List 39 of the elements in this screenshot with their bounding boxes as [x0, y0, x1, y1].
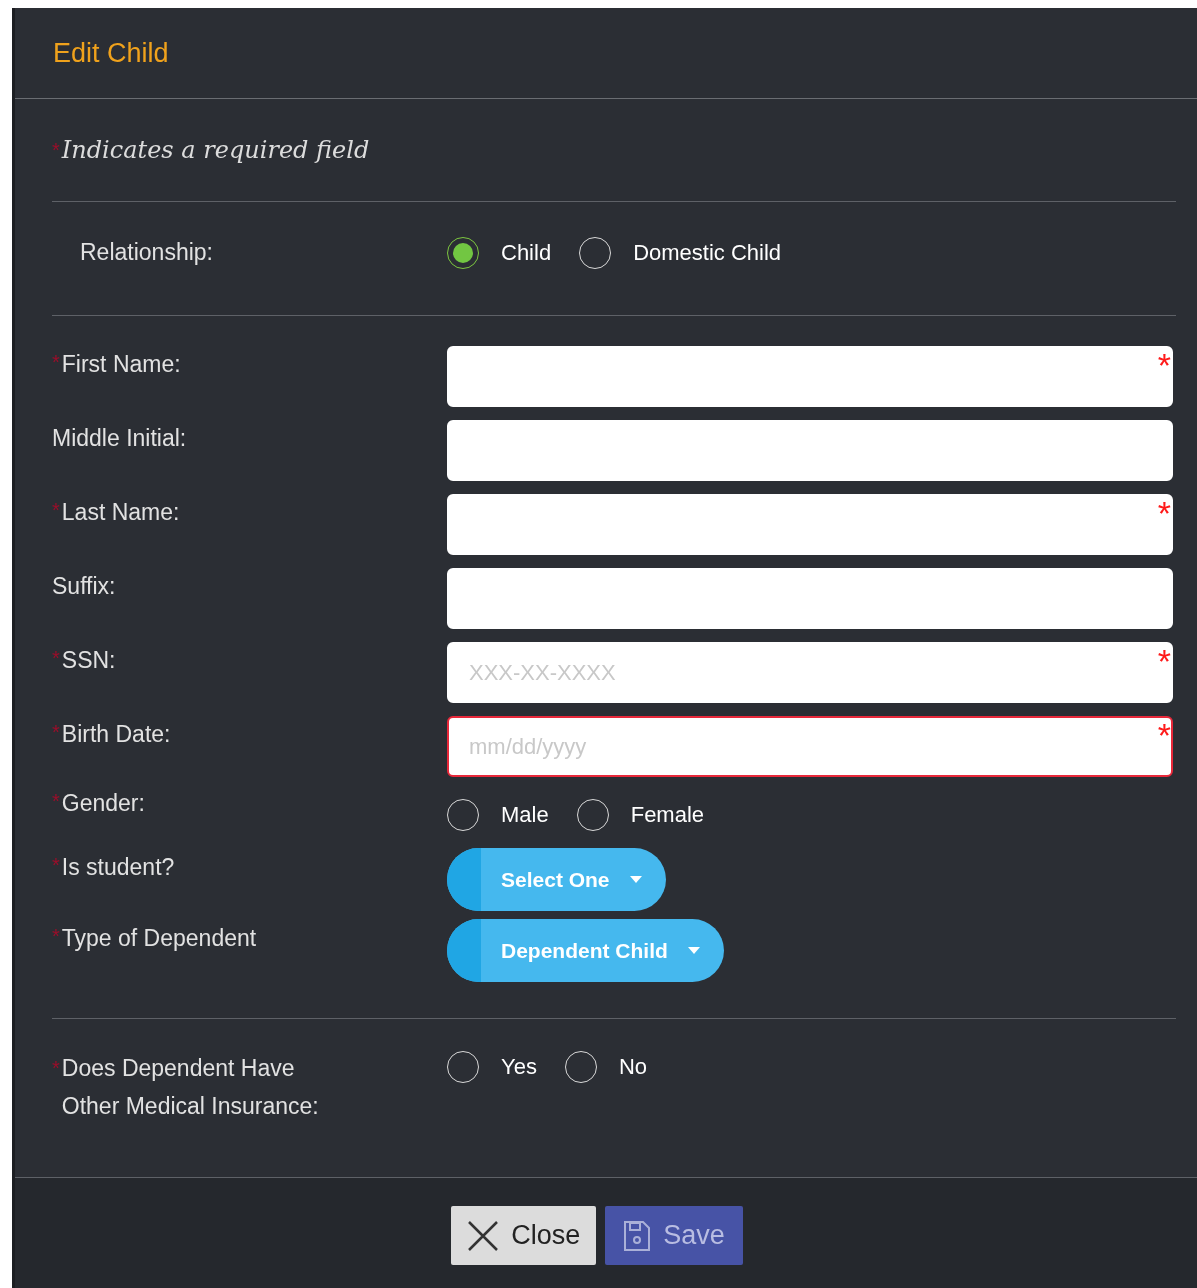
required-asterisk: * [52, 854, 60, 876]
dropdown[interactable]: Select One [447, 848, 666, 911]
radio-label: Domestic Child [633, 239, 782, 266]
radio-label: Child [501, 239, 552, 266]
radio-label: No [618, 1054, 647, 1080]
save-button[interactable]: Save [605, 1206, 743, 1265]
dropdown[interactable]: Dependent Child [447, 919, 724, 982]
required-asterisk: * [52, 351, 60, 373]
close-icon [467, 1219, 500, 1252]
required-asterisk: * [52, 647, 60, 669]
radio-label: Male [501, 802, 549, 828]
required-asterisk: * [52, 499, 60, 521]
field-label: Middle Initial: [52, 425, 187, 452]
field-label: Birth Date: [61, 721, 171, 748]
dialog-title: Edit Child [53, 37, 169, 69]
required-asterisk: * [1157, 348, 1171, 382]
radio-label: Female [630, 802, 705, 828]
required-asterisk: * [52, 721, 60, 743]
required-asterisk: * [52, 138, 60, 162]
field-label: Does Dependent Have Other Medical Insurance: [61, 1054, 319, 1121]
field-label: Type of Dependent [61, 925, 257, 952]
required-asterisk: * [1157, 644, 1171, 678]
field-label: Relationship: [80, 239, 213, 266]
required-asterisk: * [52, 1057, 60, 1079]
close-button[interactable]: Close [451, 1206, 597, 1265]
field-label: Gender: [61, 790, 145, 817]
field-label: Is student? [61, 854, 175, 881]
required-asterisk: * [52, 790, 60, 812]
caret-icon [687, 947, 700, 954]
field-label: SSN: [61, 647, 116, 674]
field-label: First Name: [61, 351, 181, 378]
required-asterisk: * [1157, 718, 1171, 752]
required-asterisk: * [52, 925, 60, 947]
required-asterisk: * [1157, 496, 1171, 530]
field-label: Suffix: [52, 573, 116, 600]
field-label: Last Name: [61, 499, 180, 526]
caret-icon [629, 876, 642, 883]
required-note: Indicates a required field [61, 136, 370, 164]
radio-label: Yes [501, 1054, 537, 1080]
